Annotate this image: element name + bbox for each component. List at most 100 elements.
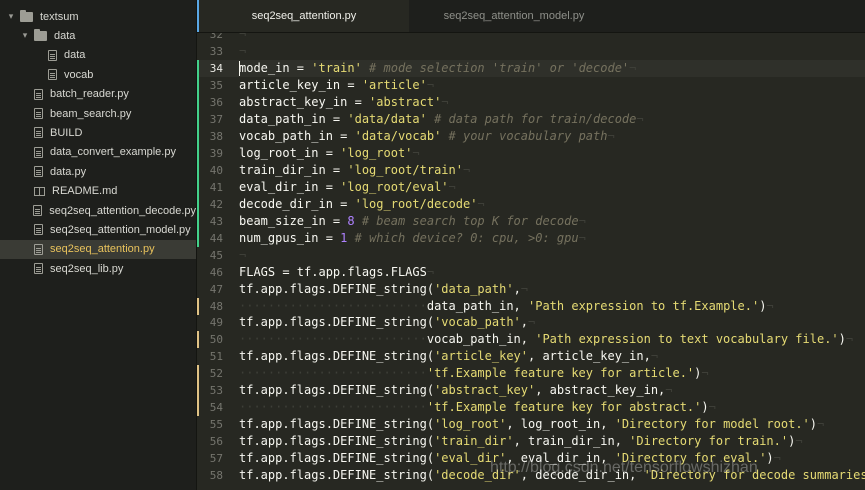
- end-of-line-marker: ¬: [441, 94, 449, 109]
- code-line[interactable]: 46 FLAGS = tf.app.flags.FLAGS¬: [197, 264, 865, 281]
- code-line[interactable]: 54 ··························'tf.Example …: [197, 399, 865, 417]
- string-token: 'data_path': [434, 281, 514, 296]
- tree-item-seq2seq-lib-py[interactable]: seq2seq_lib.py: [0, 259, 196, 278]
- file-icon: [48, 49, 57, 61]
- code-text: abstract_key_in = 'abstract'¬: [239, 94, 449, 111]
- code-line[interactable]: 56 tf.app.flags.DEFINE_string('train_dir'…: [197, 433, 865, 450]
- line-number: 54: [209, 401, 223, 415]
- comment-token: # data path for train/decode: [426, 111, 637, 126]
- file-icon: [34, 146, 43, 158]
- code-line[interactable]: 40 train_dir_in = 'log_root/train'¬: [197, 161, 865, 179]
- code-line[interactable]: 51 tf.app.flags.DEFINE_string('article_ke…: [197, 348, 865, 365]
- code-line[interactable]: 42 decode_dir_in = 'log_root/decode'¬: [197, 195, 865, 213]
- code-token: tf.app.flags.DEFINE_string(: [239, 349, 435, 364]
- end-of-line-marker: ¬: [708, 400, 716, 415]
- code-line[interactable]: 41 eval_dir_in = 'log_root/eval'¬: [197, 178, 865, 196]
- tree-item-seq2seq-attention-py[interactable]: seq2seq_attention.py: [0, 239, 196, 259]
- tree-item-textsum[interactable]: ▾ textsum: [0, 7, 196, 26]
- tree-item-beam-search-py[interactable]: beam_search.py: [0, 104, 196, 123]
- tree-item-seq2seq-attention-decode-py[interactable]: seq2seq_attention_decode.py: [0, 201, 196, 220]
- chevron-down-icon[interactable]: ▾: [6, 11, 16, 22]
- code-line[interactable]: 37 data_path_in = 'data/data' # data path…: [197, 110, 865, 128]
- tree-item-label: vocab: [64, 68, 94, 81]
- string-token: 'log_root': [340, 145, 413, 160]
- tree-item-batch-reader-py[interactable]: batch_reader.py: [0, 85, 196, 104]
- folder-icon: [34, 29, 47, 42]
- line-number: 33: [209, 44, 223, 58]
- code-line[interactable]: 39 log_root_in = 'log_root'¬: [197, 144, 865, 162]
- code-token: , log_root_in,: [506, 417, 615, 432]
- code-token: data_path_in,: [426, 298, 528, 313]
- code-token: decode_dir_in =: [239, 196, 355, 211]
- code-line[interactable]: 35 article_key_in = 'article'¬: [197, 76, 865, 94]
- code-token: vocab_path_in,: [426, 332, 536, 347]
- tree-item-label: seq2seq_lib.py: [50, 262, 124, 275]
- string-token: 'log_root/decode': [354, 196, 478, 211]
- tree-item-data[interactable]: data: [0, 46, 196, 65]
- code-token: num_gpus_in =: [239, 230, 341, 245]
- code-line[interactable]: 47 tf.app.flags.DEFINE_string('data_path'…: [197, 281, 865, 298]
- comment-token: # your vocabulary path: [441, 128, 608, 143]
- tab-seq2seq-attention-model[interactable]: seq2seq_attention_model.py: [409, 0, 619, 32]
- whitespace-guide: ··························: [239, 298, 427, 313]
- code-line[interactable]: 52 ··························'tf.Example …: [197, 365, 865, 383]
- code-line[interactable]: 33 ¬: [197, 43, 865, 60]
- tree-item-seq2seq-attention-model-py[interactable]: seq2seq_attention_model.py: [0, 220, 196, 239]
- string-token: 'article_key': [434, 349, 528, 364]
- code-token: , article_key_in,: [528, 349, 651, 364]
- end-of-line-marker: ¬: [795, 434, 803, 449]
- string-token: 'Directory for train.': [629, 434, 789, 449]
- code-line[interactable]: 36 abstract_key_in = 'abstract'¬: [197, 93, 865, 111]
- tree-item-data[interactable]: ▾ data: [0, 26, 196, 45]
- code-line[interactable]: 53 tf.app.flags.DEFINE_string('abstract_k…: [197, 382, 865, 400]
- tree-view: ▾ textsum ▾ data data vocab batch_reader.py bea…: [0, 0, 197, 490]
- tree-item-build[interactable]: BUILD: [0, 123, 196, 142]
- tree-item-vocab[interactable]: vocab: [0, 65, 196, 84]
- end-of-line-marker: ¬: [845, 332, 854, 347]
- code-text: tf.app.flags.DEFINE_string('data_path',¬: [239, 281, 528, 298]
- code-text: ¬: [239, 33, 246, 43]
- file-icon: [34, 166, 43, 178]
- line-number: 48: [209, 299, 223, 313]
- code-token: , train_dir_in,: [513, 434, 630, 449]
- end-of-line-marker: ¬: [607, 128, 615, 143]
- end-of-line-marker: ¬: [629, 60, 637, 75]
- code-line[interactable]: 48 ··························data_path_in…: [197, 297, 865, 315]
- code-text: ··························'tf.Example fe…: [239, 399, 716, 416]
- code-line[interactable]: 43 beam_size_in = 8 # beam search top K f…: [197, 212, 865, 230]
- code-line[interactable]: 49 tf.app.flags.DEFINE_string('vocab_path…: [197, 314, 865, 331]
- end-of-line-marker: ¬: [448, 179, 456, 194]
- end-of-line-marker: ¬: [239, 247, 247, 262]
- end-of-line-marker: ¬: [578, 230, 586, 245]
- line-number: 40: [209, 163, 223, 177]
- tree-item-data-py[interactable]: data.py: [0, 162, 196, 181]
- string-token: 'tf.Example feature key for article.': [426, 366, 695, 381]
- chevron-down-icon[interactable]: ▾: [20, 30, 30, 41]
- end-of-line-marker: ¬: [701, 366, 709, 381]
- code-token: article_key_in =: [239, 77, 362, 92]
- code-line[interactable]: 32 ¬: [197, 33, 865, 43]
- code-line[interactable]: 50 ··························vocab_path_i…: [197, 331, 865, 349]
- code-text: mode_in = 'train' # mode selection 'trai…: [239, 60, 636, 77]
- code-line[interactable]: 45 ¬: [197, 247, 865, 264]
- code-token: mode_in =: [239, 60, 312, 75]
- code-token: , abstract_key_in,: [535, 383, 666, 398]
- line-number: 39: [209, 146, 223, 160]
- code-line[interactable]: 38 vocab_path_in = 'data/vocab' # your vo…: [197, 127, 865, 145]
- end-of-line-marker: ¬: [766, 298, 774, 313]
- code-token: ): [838, 332, 846, 347]
- code-line[interactable]: 44 num_gpus_in = 1 # which device? 0: cpu…: [197, 229, 865, 247]
- line-number: 55: [209, 418, 223, 432]
- tab-label: seq2seq_attention_model.py: [443, 10, 585, 22]
- line-number: 57: [209, 452, 223, 466]
- code-editor[interactable]: 32 ¬ 33 ¬ 34 mode_in = 'train' # mode selecti…: [197, 33, 865, 490]
- code-line[interactable]: 34 mode_in = 'train' # mode selection 'tr…: [197, 59, 865, 77]
- tree-item-readme-md[interactable]: README.md: [0, 182, 196, 201]
- string-token: 'abstract': [369, 94, 442, 109]
- tab-seq2seq-attention[interactable]: seq2seq_attention.py: [197, 0, 409, 32]
- end-of-line-marker: ¬: [528, 315, 536, 330]
- tree-item-data-convert-example-py[interactable]: data_convert_example.py: [0, 143, 196, 162]
- code-line[interactable]: 55 tf.app.flags.DEFINE_string('log_root',…: [197, 416, 865, 433]
- folder-icon: [20, 10, 33, 22]
- line-number: 50: [209, 333, 223, 347]
